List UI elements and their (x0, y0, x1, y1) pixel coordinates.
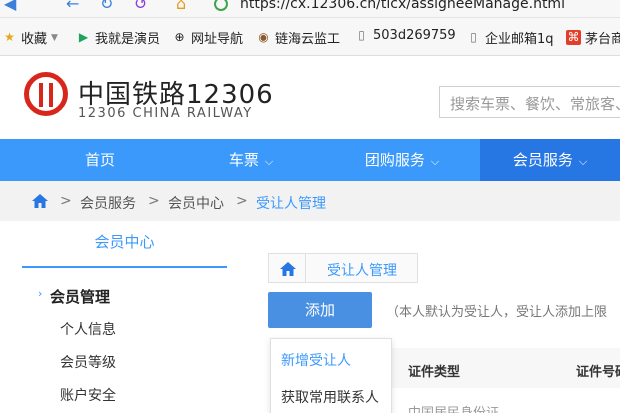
add-button[interactable]: 添加 (268, 292, 372, 328)
page-icon: ▯ (470, 30, 477, 44)
logo-mark (39, 83, 53, 107)
bookmark-item[interactable]: ◉ 链海云监工 (256, 28, 340, 47)
sidebar: 会员中心 › 会员管理 个人信息 会员等级 账户安全 (22, 221, 227, 413)
sidebar-title[interactable]: 会员中心 (22, 231, 227, 252)
sidebar-group-member-management[interactable]: 会员管理 (50, 286, 110, 307)
chevron-down-icon: ⌵ (578, 155, 588, 168)
home-browser-icon[interactable]: ⌂ (176, 0, 186, 13)
breadcrumb-separator: > (236, 193, 248, 209)
bookmark-item[interactable]: ▯ 企业邮箱1q (466, 28, 554, 47)
home-icon[interactable] (32, 194, 48, 208)
main-nav: 首页 车票 ⌵ 团购服务 ⌵ 会员服务 ⌵ (0, 139, 620, 181)
bookmark-label: 链海云监工 (275, 32, 341, 47)
extension-icon[interactable]: ↺ (134, 0, 147, 13)
breadcrumb-separator: > (60, 193, 72, 209)
page-tab-breadcrumb: 受让人管理 (268, 253, 418, 283)
menu-item-new-assignee[interactable]: 新增受让人 (281, 350, 351, 370)
secure-lock-icon (214, 0, 228, 11)
breadcrumb-separator: > (148, 193, 160, 209)
nav-label: 车票 (228, 151, 259, 169)
nav-home[interactable]: 首页 (22, 139, 178, 181)
table-row: 中国居民身份证 (408, 402, 499, 413)
globe-icon: ⊕ (174, 30, 185, 44)
column-header-id-number: 证件号码 (576, 365, 620, 380)
bookmark-label: 503d269759 (373, 28, 456, 43)
sidebar-divider (22, 266, 227, 268)
breadcrumb-member-service[interactable]: 会员服务 (80, 193, 136, 213)
nav-label: 会员服务 (512, 151, 573, 169)
column-header-id-type: 证件类型 (408, 365, 461, 380)
chevron-down-icon: ▼ (51, 32, 58, 43)
home-icon[interactable] (280, 262, 296, 276)
video-icon: ▶ (78, 30, 89, 44)
url-text[interactable]: https://cx.12306.cn/tlcx/assigneeManage.… (240, 0, 565, 12)
bookmark-label: 我就是演员 (95, 32, 161, 47)
chevron-down-icon: ⌵ (264, 155, 274, 168)
red-icon: ⌘ (566, 30, 581, 45)
page-icon: ▯ (358, 28, 365, 42)
nav-label: 团购服务 (364, 151, 425, 169)
chevron-down-icon: ⌵ (430, 155, 440, 168)
bookmark-item[interactable]: ⌘ 茅台商 (566, 28, 620, 47)
logo-emblem[interactable] (24, 72, 68, 116)
site-search-input[interactable]: 搜索车票、餐饮、常旅客、 (439, 86, 620, 118)
bookmark-item[interactable]: ⊕ 网址导航 (172, 28, 243, 47)
nav-label: 首页 (84, 151, 115, 169)
menu-item-get-contacts[interactable]: 获取常用联系人 (281, 387, 379, 407)
tab-assignee-management[interactable]: 受让人管理 (327, 260, 397, 280)
sidebar-item-account-security[interactable]: 账户安全 (60, 385, 116, 405)
bookmarks-bar: ★ 收藏 ▼ ▶ 我就是演员 ⊕ 网址导航 ◉ 链海云监工 ▯ 503d2697… (0, 18, 620, 56)
logo-subtitle: 12306 CHINA RAILWAY (78, 106, 253, 121)
bookmark-item[interactable]: ▶ 我就是演员 (76, 28, 160, 47)
back-arrow-icon[interactable]: ← (66, 0, 79, 13)
add-dropdown-menu: 新增受让人 获取常用联系人 (270, 338, 392, 413)
breadcrumb-current: 受让人管理 (256, 196, 326, 212)
bookmark-label: 网址导航 (191, 32, 244, 47)
chevron-right-icon: › (38, 287, 43, 300)
tab-divider (305, 253, 306, 283)
assignee-note: （本人默认为受让人，受让人添加上限 (386, 305, 608, 320)
bookmark-label: 收藏 (21, 32, 48, 47)
bookmark-label: 企业邮箱1q (485, 32, 554, 47)
refresh-icon[interactable]: ↻ (100, 0, 113, 13)
nav-tickets[interactable]: 车票 ⌵ (178, 139, 324, 181)
nav-member-service[interactable]: 会员服务 ⌵ (480, 139, 620, 181)
nav-group-service[interactable]: 团购服务 ⌵ (324, 139, 480, 181)
bookmark-label: 茅台商 (585, 32, 620, 47)
bookmark-favorites[interactable]: ★ 收藏 ▼ (2, 28, 58, 47)
breadcrumb-member-center[interactable]: 会员中心 (168, 193, 224, 213)
sidebar-item-personal-info[interactable]: 个人信息 (60, 319, 116, 339)
bookmark-icon: ◉ (258, 30, 269, 44)
breadcrumb: > 会员服务 > 会员中心 > 受让人管理 (0, 181, 620, 221)
back-icon[interactable]: ◀ (4, 0, 16, 13)
browser-address-bar: ◀ ← ↻ ↺ ⌂ https://cx.12306.cn/tlcx/assig… (0, 0, 620, 18)
bookmark-item[interactable]: ▯ 503d269759 (354, 28, 456, 43)
star-icon: ★ (4, 30, 15, 44)
sidebar-item-member-level[interactable]: 会员等级 (60, 352, 116, 372)
